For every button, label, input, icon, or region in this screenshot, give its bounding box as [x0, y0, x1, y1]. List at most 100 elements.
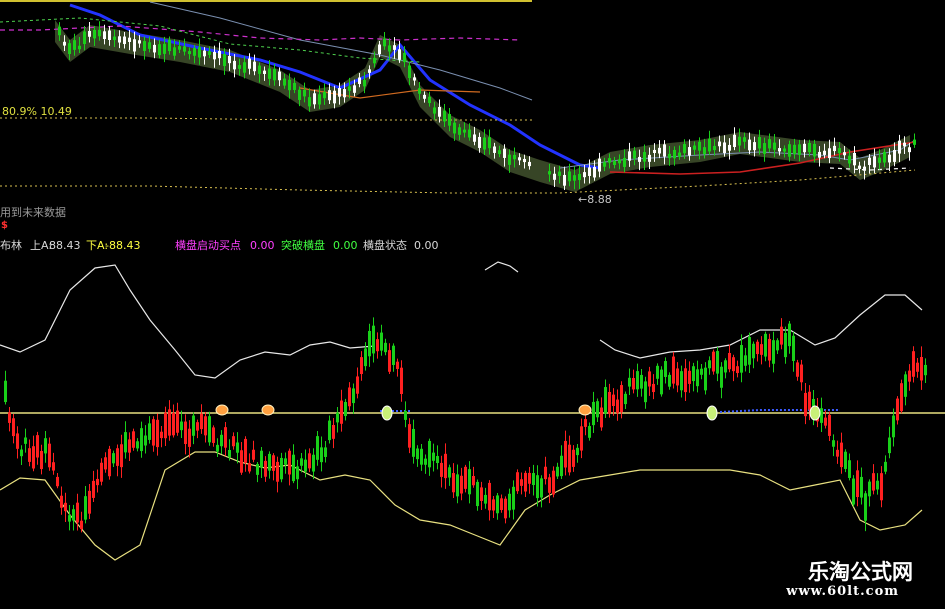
indicator-candle: [132, 431, 135, 448]
stock-chart-canvas[interactable]: [0, 0, 945, 609]
indicator-candle: [860, 476, 863, 498]
indicator-candle: [340, 400, 343, 424]
signal1-value: 0.00: [250, 239, 275, 252]
price-candle: [348, 86, 351, 91]
price-candle: [78, 45, 81, 50]
indicator-candle: [592, 401, 595, 426]
indicator-candle: [360, 357, 363, 375]
indicator-candle: [256, 463, 259, 475]
indicator-candle: [708, 360, 711, 369]
indicator-candle: [396, 361, 399, 369]
indicator-candle: [552, 470, 555, 495]
price-candle: [578, 173, 581, 181]
indicator-candle: [204, 416, 207, 436]
price-candle: [328, 90, 331, 101]
indicator-candle: [696, 369, 699, 387]
price-candle: [288, 79, 291, 91]
price-candle: [603, 162, 606, 167]
indicator-candle: [296, 466, 299, 480]
price-candle: [588, 167, 591, 176]
indicator-candle: [456, 474, 459, 497]
price-candle: [673, 149, 676, 159]
indicator-candle: [328, 420, 331, 441]
indicator-candle: [288, 450, 291, 475]
indicator-candle: [776, 340, 779, 351]
price-candle: [788, 144, 791, 157]
indicator-candle: [736, 366, 739, 374]
price-candle: [628, 151, 631, 161]
indicator-candle: [4, 380, 7, 403]
signal2-value: 0.00: [333, 239, 358, 252]
price-candle: [633, 150, 636, 159]
indicator-candle: [676, 368, 679, 386]
price-candle: [478, 136, 481, 148]
price-candle: [413, 77, 416, 81]
indicator-candle: [804, 392, 807, 417]
price-candle: [198, 47, 201, 58]
indicator-candle: [8, 412, 11, 423]
price-candle: [388, 45, 391, 52]
price-candle: [173, 47, 176, 56]
price-candle: [293, 82, 296, 90]
indicator-candle: [492, 499, 495, 511]
price-candle: [443, 110, 446, 122]
indicator-candle: [160, 431, 163, 439]
indicator-candle: [564, 440, 567, 468]
indicator-candle: [792, 335, 795, 361]
indicator-candle: [488, 482, 491, 511]
indicator-candle: [272, 455, 275, 471]
price-candle: [113, 36, 116, 41]
price-candle: [483, 137, 486, 150]
indicator-candle: [348, 387, 351, 407]
indicator-candle: [868, 481, 871, 497]
indicator-candle: [312, 454, 315, 472]
indicator-candle: [220, 434, 223, 447]
indicator-candle: [620, 385, 623, 413]
indicator-candle: [472, 476, 475, 486]
indicator-candle: [920, 356, 923, 381]
price-candle: [258, 65, 261, 74]
indicator-candle: [460, 475, 463, 494]
indicator-candle: [276, 461, 279, 482]
indicator-candle: [60, 495, 63, 508]
signal-marker: [215, 404, 229, 416]
indicator-candle: [168, 409, 171, 436]
price-candle: [898, 140, 901, 154]
price-candle: [848, 155, 851, 164]
indicator-candle: [604, 387, 607, 414]
price-candle: [763, 143, 766, 154]
price-candle: [58, 26, 61, 36]
indicator-candle: [404, 411, 407, 420]
price-candle: [573, 175, 576, 181]
indicator-candle: [356, 376, 359, 394]
indicator-candle: [192, 415, 195, 436]
indicator-candle: [884, 461, 887, 472]
price-candle: [758, 137, 761, 149]
indicator-candle: [628, 377, 631, 387]
indicator-candle: [584, 419, 587, 427]
price-candle: [183, 46, 186, 52]
indicator-candle: [820, 408, 823, 423]
price-candle: [703, 147, 706, 155]
price-candle: [378, 44, 381, 55]
indicator-candle: [344, 401, 347, 417]
indicator-candle: [400, 367, 403, 394]
indicator-candle: [416, 448, 419, 460]
indicator-candle: [892, 415, 895, 438]
price-candle: [683, 144, 686, 154]
price-candle: [553, 173, 556, 180]
price-candle: [813, 143, 816, 157]
indicator-candle: [352, 388, 355, 404]
indicator-candle: [128, 439, 131, 453]
indicator-candle: [88, 490, 91, 514]
indicator-candle: [752, 343, 755, 359]
price-candle: [178, 46, 181, 50]
price-candle: [548, 171, 551, 175]
price-candle: [808, 142, 811, 153]
price-candle: [168, 39, 171, 52]
price-candle: [713, 145, 716, 151]
price-candle: [148, 42, 151, 49]
indicator-candle: [692, 366, 695, 382]
indicator-candle: [228, 449, 231, 458]
price-candle: [783, 148, 786, 152]
